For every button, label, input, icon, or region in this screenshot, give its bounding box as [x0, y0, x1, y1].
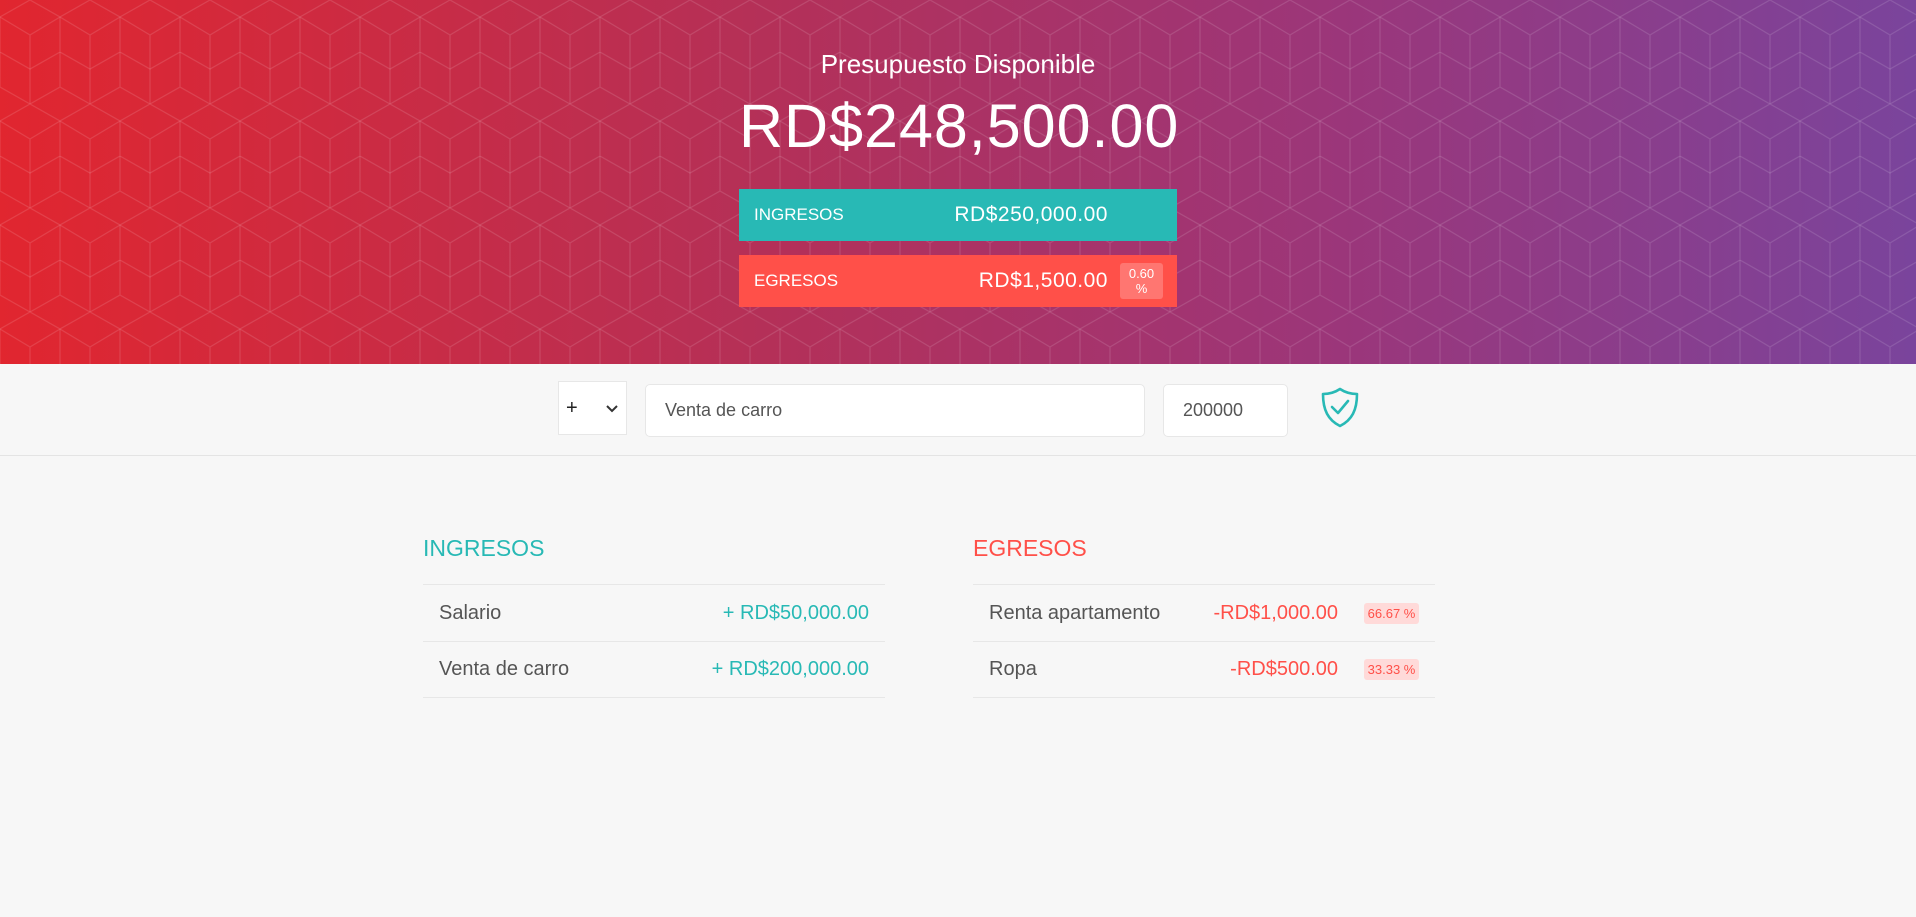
- expense-item-description: Ropa: [989, 658, 1037, 680]
- amount-input[interactable]: 200000: [1163, 384, 1288, 437]
- income-item-value: + RD$50,000.00: [722, 601, 869, 624]
- income-item[interactable]: Venta de carro + RD$200,000.00: [423, 641, 885, 698]
- budget-header: Presupuesto Disponible RD$248,500.00 ING…: [0, 0, 1916, 364]
- chevron-down-icon: [606, 400, 618, 416]
- expense-list-title: EGRESOS: [973, 535, 1087, 561]
- description-input[interactable]: Venta de carro: [645, 384, 1145, 437]
- budget-expense-box: EGRESOS RD$1,500.00 0.60 %: [739, 255, 1177, 307]
- budget-expense-label: EGRESOS: [754, 271, 839, 290]
- income-item-description: Salario: [439, 601, 502, 624]
- budget-income-value: RD$250,000.00: [954, 203, 1108, 226]
- budget-summary: Presupuesto Disponible RD$248,500.00 ING…: [739, 0, 1180, 307]
- budget-available-value: RD$248,500.00: [739, 92, 1180, 160]
- expense-item[interactable]: Renta apartamento -RD$1,000.00 66.67 %: [973, 584, 1435, 641]
- add-item-bar: + Venta de carro 200000: [0, 364, 1916, 456]
- budget-income-label: INGRESOS: [754, 205, 844, 224]
- type-select[interactable]: +: [558, 381, 627, 435]
- budget-title: Presupuesto Disponible: [820, 49, 1096, 79]
- budget-expense-percentage: 0.60 %: [1120, 263, 1163, 299]
- expense-item[interactable]: Ropa -RD$500.00 33.33 %: [973, 641, 1435, 698]
- expense-item-value: -RD$1,000.00: [1213, 601, 1338, 624]
- income-item-description: Venta de carro: [439, 658, 570, 680]
- expense-list: EGRESOS Renta apartamento -RD$1,000.00 6…: [973, 532, 1435, 698]
- income-list-title: INGRESOS: [423, 535, 545, 561]
- expense-item-percentage: 66.67 %: [1364, 602, 1419, 624]
- add-submit-button[interactable]: [1318, 385, 1362, 429]
- type-select-value: +: [566, 396, 578, 419]
- expense-item-value: -RD$500.00: [1230, 658, 1338, 680]
- budget-expense-value: RD$1,500.00: [978, 269, 1108, 292]
- budget-income-box: INGRESOS RD$250,000.00: [739, 189, 1177, 241]
- income-item-value: + RD$200,000.00: [711, 658, 869, 680]
- expense-item-description: Renta apartamento: [989, 601, 1161, 624]
- lists-container: INGRESOS Salario + RD$50,000.00 Venta de…: [0, 456, 1916, 916]
- income-item[interactable]: Salario + RD$50,000.00: [423, 584, 885, 641]
- shield-check-icon: [1321, 387, 1359, 428]
- expense-item-percentage: 33.33 %: [1364, 659, 1419, 680]
- income-list: INGRESOS Salario + RD$50,000.00 Venta de…: [423, 532, 885, 698]
